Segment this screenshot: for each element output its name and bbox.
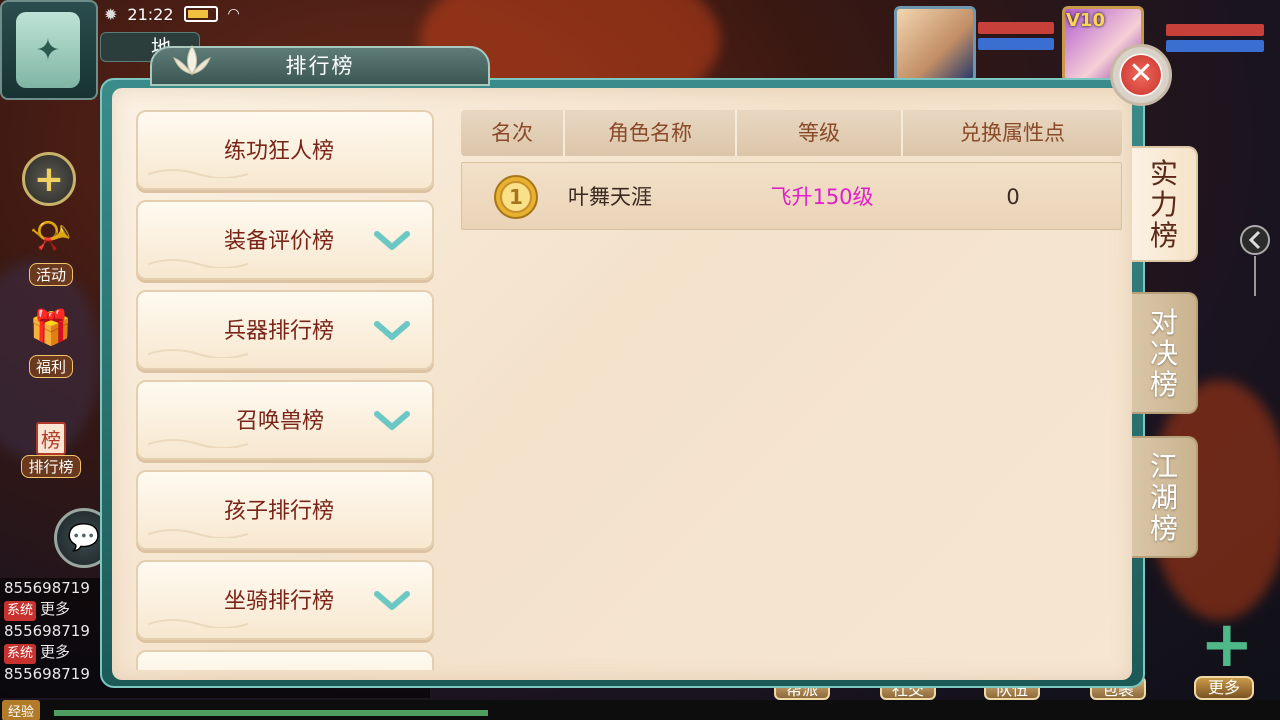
chat-bubble-icon: 💬 [67, 523, 101, 553]
exp-label: 经验 [2, 700, 41, 720]
tab-duel-ranking[interactable]: 对决榜 [1132, 292, 1198, 414]
brightness-icon: ✹ [104, 4, 118, 24]
plus-icon: + [1200, 608, 1254, 682]
category-item-partial[interactable] [136, 650, 434, 670]
clock: 21:22 [127, 4, 174, 24]
close-button[interactable]: ✕ [1110, 44, 1172, 106]
chat-text: 更多 [40, 642, 71, 661]
map-scroll-icon: ✦ [16, 12, 80, 88]
category-list[interactable]: 练功狂人榜 装备评价榜 兵器排行榜 召唤兽榜 孩子排行榜 坐骑排行榜 [136, 110, 436, 670]
activity-button[interactable]: 📯 活动 [10, 210, 92, 290]
category-item[interactable]: 召唤兽榜 [136, 380, 434, 460]
expand-plus-button[interactable]: + [22, 152, 76, 206]
player-mp-bar [1166, 40, 1264, 52]
map-button[interactable]: ✦ [0, 0, 98, 100]
system-tag: 系统 [4, 643, 37, 664]
activity-label: 活动 [28, 263, 73, 286]
ranking-badge-icon: 榜 [36, 422, 66, 455]
tab-label: 实力榜 [1149, 156, 1178, 252]
pet-hp-bar [978, 22, 1054, 34]
chevron-down-icon[interactable] [374, 230, 410, 252]
table-row[interactable]: 1 叶舞天涯 飞升150级 0 [461, 162, 1122, 230]
wave-decoration [148, 439, 248, 448]
rank-number: 1 [509, 185, 523, 209]
chat-text: 更多 [40, 599, 71, 618]
dialog-title: 排行榜 [285, 54, 355, 78]
ornament-icon [1240, 225, 1270, 296]
column-header: 名次 [461, 110, 565, 156]
category-item[interactable]: 装备评价榜 [136, 200, 434, 280]
exp-bar-fill [54, 710, 488, 716]
welfare-button[interactable]: 🎁 福利 [10, 302, 92, 382]
tab-strength-ranking[interactable]: 实力榜 [1132, 146, 1198, 262]
gold-medal-icon: 1 [494, 175, 538, 219]
category-label: 坐骑排行榜 [224, 589, 335, 614]
tab-jianghu-ranking[interactable]: 江湖榜 [1132, 436, 1198, 558]
chat-text: 855698719 [4, 579, 90, 597]
category-item[interactable]: 练功狂人榜 [136, 110, 434, 190]
column-header: 等级 [737, 110, 903, 156]
character-name: 叶舞天涯 [568, 185, 652, 209]
category-item[interactable]: 孩子排行榜 [136, 470, 434, 550]
column-header: 兑换属性点 [960, 121, 1065, 145]
category-label: 装备评价榜 [224, 229, 335, 254]
chat-text: 855698719 [4, 622, 90, 640]
tab-label: 江湖榜 [1149, 449, 1178, 545]
system-tag: 系统 [4, 600, 37, 621]
wifi-icon: ◠ [227, 6, 240, 22]
category-label: 兵器排行榜 [224, 319, 335, 344]
ranking-label: 排行榜 [21, 455, 81, 478]
category-label: 召唤兽榜 [236, 409, 325, 434]
ranking-button[interactable]: 榜 排行榜 [10, 402, 92, 482]
chevron-down-icon[interactable] [374, 590, 410, 612]
ranking-badge-text: 榜 [41, 428, 61, 452]
more-label: 更多 [1194, 676, 1254, 700]
column-header: 角色名称 [565, 110, 737, 156]
category-label: 练功狂人榜 [224, 139, 335, 164]
status-bar: ✹ 21:22 ◠ [104, 2, 240, 26]
chat-text: 855698719 [4, 665, 90, 683]
category-item[interactable]: 坐骑排行榜 [136, 560, 434, 640]
vip-badge: V10 [1066, 10, 1105, 31]
tab-label: 对决榜 [1149, 305, 1178, 401]
category-label: 孩子排行榜 [224, 499, 335, 524]
battery-icon [183, 6, 218, 22]
player-hp-bar [1166, 24, 1264, 36]
close-icon: ✕ [1121, 55, 1161, 95]
pet-mp-bar [978, 38, 1054, 50]
welfare-label: 福利 [28, 355, 73, 378]
pet-avatar[interactable] [894, 6, 976, 82]
horn-icon: 📯 [29, 216, 73, 256]
gift-icon: 🎁 [29, 308, 73, 348]
chevron-down-icon[interactable] [374, 320, 410, 342]
character-level: 飞升150级 [770, 185, 874, 209]
category-item[interactable]: 兵器排行榜 [136, 290, 434, 370]
more-button[interactable]: + 更多 [1184, 608, 1264, 700]
table-header: 名次 角色名称 等级 兑换属性点 [461, 110, 1122, 156]
chevron-down-icon[interactable] [374, 410, 410, 432]
attribute-points: 0 [1006, 185, 1020, 209]
